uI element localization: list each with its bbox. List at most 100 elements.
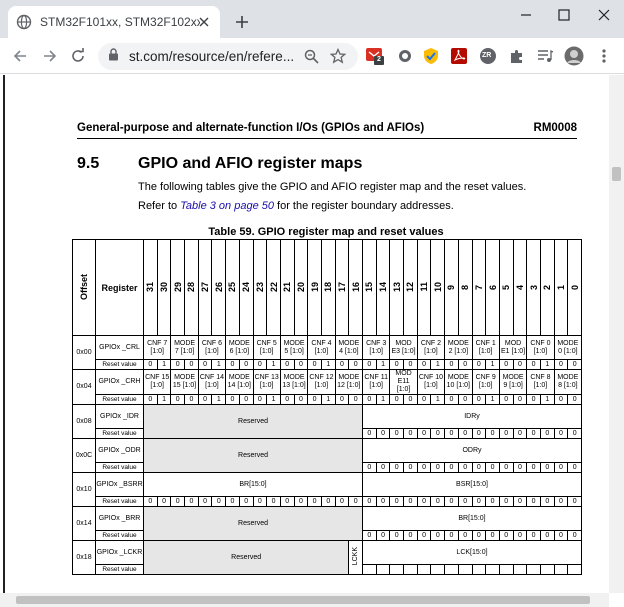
reset-value-label-text: Reset value [102,429,137,437]
reset-bit: 1 [430,394,446,405]
reset-bit: 0 [389,462,405,473]
browser-tab[interactable]: STM32F101xx, STM32F102xx, STM [8,6,220,38]
reset-bit: 0 [539,428,555,439]
bit-header: 10 [430,239,446,336]
bit-header: 12 [403,239,418,336]
reset-bit-text: 0 [340,360,344,368]
puzzle-extensions-icon[interactable] [507,46,527,66]
reset-bit: 0 [307,394,322,405]
reset-bit-text: 0 [394,395,399,403]
reset-bit-text: 0 [408,497,413,505]
reset-bit-text: 0 [271,497,276,505]
shield-extension-icon[interactable] [421,46,441,66]
reset-bit: 0 [485,462,500,473]
running-header: General-purpose and alternate-function I… [77,122,577,134]
reset-bit: 0 [512,496,528,507]
bit-header-text: 13 [391,281,402,292]
reset-bit-text: 0 [148,360,153,368]
reset-bit: 0 [225,394,240,405]
bit-header-text: 31 [145,281,156,292]
reset-bit-text: 0 [381,463,385,471]
profile-avatar[interactable] [564,46,584,66]
bsrr-reset-row: Reset value 0 0 0 0 0 0 0 0 0 0 0 0 0 0 0 0 0 0 0 0 0 0 0 0 0 0 0 0 0… [73,496,582,507]
bit-header: 29 [170,239,186,336]
table-link[interactable]: Table 3 on page 50 [180,200,274,212]
reset-bit: 0 [539,496,555,507]
bit-header-text: 26 [213,281,224,292]
horizontal-scroll-thumb[interactable] [16,596,590,604]
bookmark-star-icon[interactable] [326,44,350,68]
lock-icon[interactable] [108,47,119,66]
zr-extension-icon[interactable]: ZR [478,46,498,66]
field-cell-text: MODE 0 [1:0] [557,339,579,355]
zoom-icon[interactable] [299,44,323,68]
reset-bit: 0 [184,359,199,370]
minimize-button[interactable] [506,0,546,30]
reset-bit-text: 0 [230,360,235,368]
reset-bit: 0 [403,530,418,541]
pdf-viewport[interactable]: General-purpose and alternate-function I… [0,75,624,607]
reset-bit-text: 1 [162,360,166,368]
reset-bit: 0 [457,359,473,370]
ref-suffix: for the register boundary addresses. [273,200,454,212]
reset-bit: 0 [416,462,432,473]
reset-bit: 0 [539,462,555,473]
reset-bit: 0 [143,496,158,507]
reset-bit-text: 0 [298,395,303,403]
crl-offset-text: 0x00 [76,348,92,356]
odr-field-text: ODRy [462,446,482,454]
media-queue-icon[interactable] [535,46,555,66]
bit-header: 11 [416,239,432,336]
reset-bit: 0 [567,462,582,473]
url-text: st.com/resource/en/refere... [129,49,295,64]
bit-header: 31 [143,239,158,336]
kebab-menu-icon[interactable] [594,46,614,66]
vertical-scroll-thumb[interactable] [612,167,621,181]
reset-bit: 0 [526,530,541,541]
reload-button[interactable] [66,44,90,68]
reset-bit: 0 [430,530,446,541]
new-tab-button[interactable] [232,12,252,32]
bit-header: 13 [389,239,405,336]
reset-bit: 0 [498,428,514,439]
reset-bit-text: 0 [285,497,290,505]
close-window-button[interactable] [584,0,624,30]
reset-bit-text: 0 [257,497,262,505]
brr-field: BR[15:0] [362,506,582,531]
bsrr-offset-text: 0x10 [76,485,92,493]
reset-bit: 0 [197,496,213,507]
globe-icon [16,14,32,30]
reset-bit-text: 0 [504,429,509,437]
back-button[interactable] [8,44,32,68]
bit-header-text: 15 [364,281,375,292]
bit-header: 19 [307,239,322,336]
reset-bit: 0 [320,496,336,507]
reset-bit: 0 [266,496,281,507]
forward-button[interactable] [38,44,62,68]
idr-field: IDRy [362,404,582,429]
reset-bit-text: 0 [490,429,495,437]
reset-bit-text: 0 [312,497,317,505]
field-cell: MODE 9 [1:0] [498,369,528,395]
reset-bit-text: 0 [381,497,385,505]
field-cell: MOD E3 [1:0] [389,335,418,360]
bit-header-text: 27 [200,281,211,292]
close-tab-icon[interactable] [196,14,212,30]
reset-bit-text: 0 [203,360,208,368]
idr-reserved: Reserved [143,404,363,439]
pdf-icon[interactable] [449,46,469,66]
reset-bit: 0 [457,462,473,473]
vertical-scrollbar[interactable] [609,75,624,593]
circle-extension-icon[interactable] [395,46,415,66]
maximize-button[interactable] [544,0,584,30]
reset-bit-text: 1 [490,395,495,403]
reset-bit: 0 [252,496,268,507]
bsrr-field-lo-text: BSR[15:0] [456,480,488,488]
reset-bit: 0 [553,496,569,507]
field-cell: MOD E11 [1:0] [389,369,418,395]
reset-bit: 1 [485,359,500,370]
horizontal-scrollbar[interactable] [0,593,609,607]
reset-bit: 1 [375,359,391,370]
mail-extension-icon[interactable]: 2 [365,46,385,66]
reset-bit: 0 [553,394,569,405]
